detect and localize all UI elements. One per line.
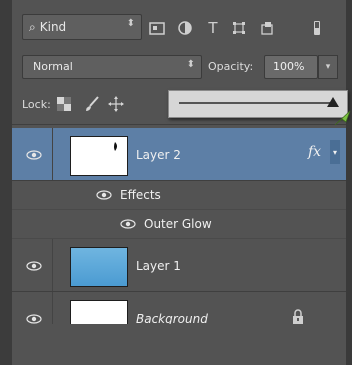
visibility-eye-icon[interactable] [26,314,42,324]
expand-effects-button[interactable]: ▾ [330,140,340,164]
filter-toggle-icon[interactable] [308,20,326,36]
visibility-eye-icon[interactable] [26,261,42,271]
blend-toolbar: Normal ⬍ Opacity: 100% ▾ [12,50,346,84]
updown-arrows-icon: ⬍ [126,18,135,29]
column-divider [52,239,53,291]
layer-name[interactable]: Layer 1 [136,259,181,273]
outer-glow-row[interactable]: Outer Glow [12,210,346,239]
opacity-value: 100% [273,60,305,73]
visibility-eye-icon[interactable] [96,190,112,200]
blend-mode-select[interactable]: Normal ⬍ [22,55,202,79]
opacity-field[interactable]: 100% [264,55,318,79]
lock-position-icon[interactable] [108,96,124,112]
lock-transparent-icon[interactable] [56,96,72,112]
opacity-slider-thumb[interactable] [327,97,339,107]
layer-row-layer-2[interactable]: Layer 2 fx ▾ [12,128,346,181]
search-icon: ⌕ [29,19,36,34]
opacity-label: Opacity: [208,60,254,73]
layer-name[interactable]: Layer 2 [136,148,181,162]
column-divider [52,128,53,180]
type-filter-icon[interactable]: T [204,19,222,37]
effects-label: Effects [120,188,161,202]
layer-thumbnail [70,136,128,176]
pixel-filter-icon[interactable] [148,20,166,36]
padlock-icon [293,309,303,324]
visibility-eye-icon[interactable] [120,219,136,229]
lock-image-icon[interactable] [84,96,100,112]
adjustment-filter-icon[interactable] [176,20,194,36]
layers-empty-area [12,324,346,365]
effect-name: Outer Glow [144,217,212,231]
smart-object-filter-icon[interactable] [258,20,276,36]
shape-filter-icon[interactable] [230,20,248,36]
filter-toolbar: ⌕ Kind ⬍ T [12,6,346,46]
kind-filter-label: Kind [39,20,67,34]
fx-icon[interactable]: fx [308,144,321,160]
layers-list: Layer 2 fx ▾ Effects Outer Glow Layer 1 … [12,128,346,345]
blend-mode-value: Normal [33,60,73,73]
left-edge [0,0,12,365]
opacity-slider-popup[interactable] [168,90,348,118]
panel-scrollbar[interactable] [346,0,352,365]
updown-arrows-icon: ⬍ [186,59,195,70]
effects-row[interactable]: Effects [12,181,346,210]
kind-filter-select[interactable]: ⌕ Kind ⬍ [22,14,142,40]
layer-thumbnail [70,247,128,287]
pointer-arrow-icon [334,110,351,126]
opacity-dropdown-button[interactable]: ▾ [318,55,338,79]
visibility-eye-icon[interactable] [26,150,42,160]
layer-row-layer-1[interactable]: Layer 1 [12,239,346,292]
opacity-slider-track[interactable] [179,102,334,104]
lock-label: Lock: [22,98,51,111]
